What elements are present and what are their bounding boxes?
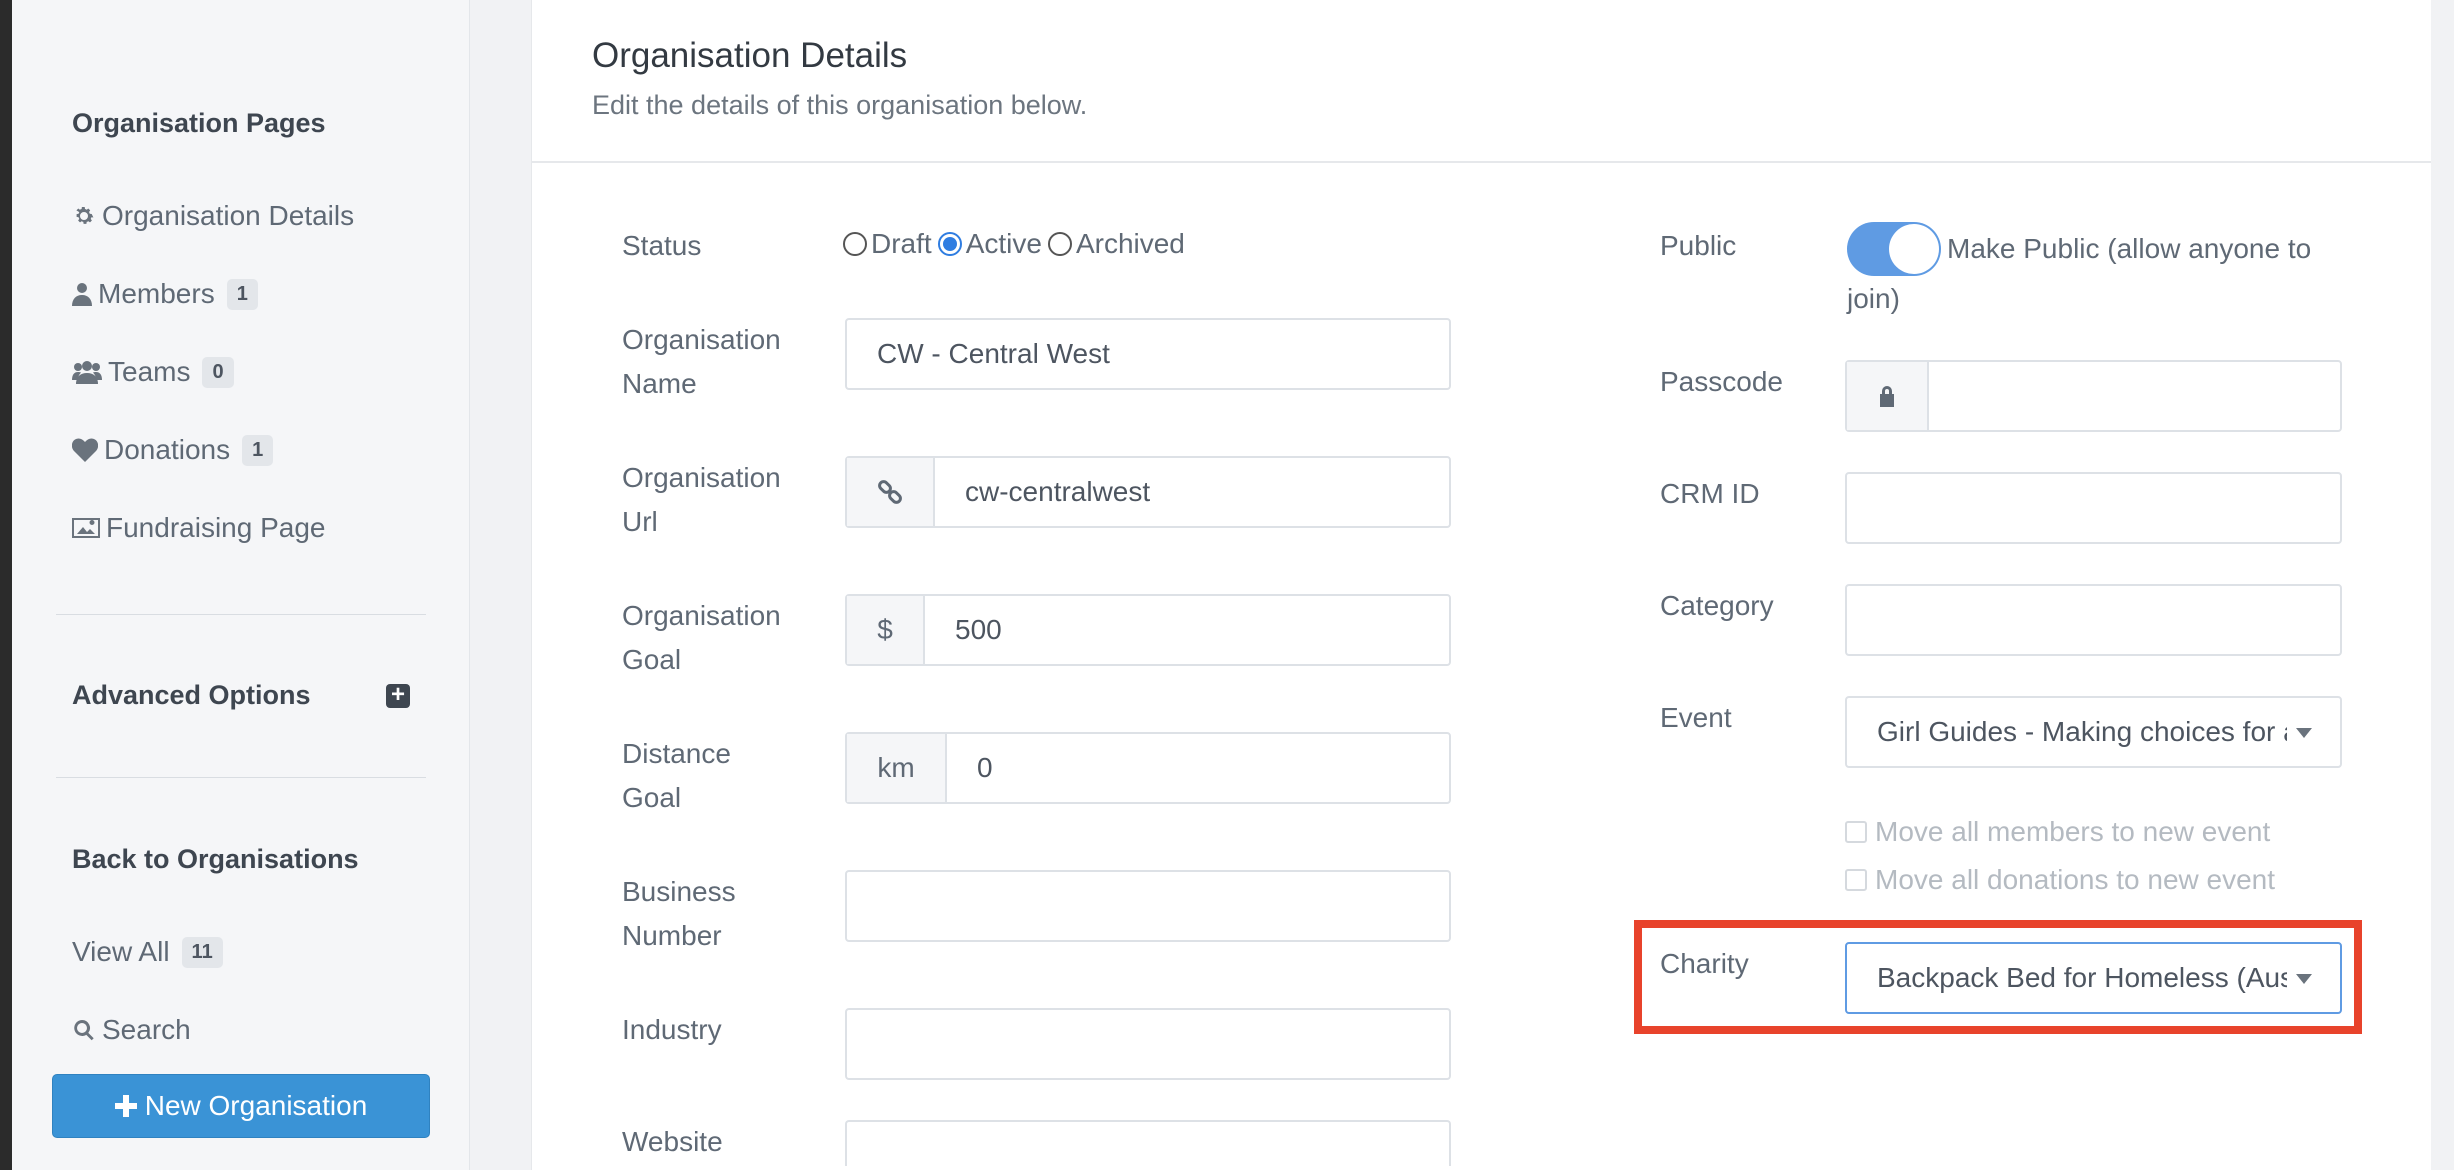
org-url-value: cw-centralwest — [965, 476, 1151, 507]
event-value: Girl Guides - Making choices for a — [1877, 716, 2287, 747]
window-edge — [0, 0, 12, 1170]
donations-count-badge: 1 — [242, 434, 274, 466]
sidebar-item-label: Organisation Details — [102, 200, 355, 231]
sidebar-divider — [56, 777, 426, 778]
category-input[interactable] — [1845, 584, 2342, 656]
move-donations-label: Move all donations to new event — [1875, 864, 2276, 895]
business-number-input[interactable] — [845, 870, 1451, 942]
plus-icon — [114, 1095, 137, 1117]
move-donations-checkbox-row[interactable]: Move all donations to new event — [1845, 864, 2275, 896]
view-all-label: View All — [72, 936, 170, 967]
status-option-label: Archived — [1075, 228, 1185, 259]
crm-id-label: CRM ID — [1660, 478, 1760, 509]
sidebar: Organisation Pages Organisation Details … — [12, 0, 470, 1170]
make-public-toggle[interactable] — [1847, 222, 1941, 276]
org-goal-value: 500 — [955, 614, 1002, 645]
passcode-label: Passcode — [1660, 366, 1783, 397]
website-label: Website — [622, 1126, 723, 1157]
search-link[interactable]: Search — [72, 1014, 191, 1046]
move-donations-checkbox[interactable] — [1845, 869, 1867, 891]
plus-square-icon[interactable]: + — [386, 683, 410, 708]
crm-id-input[interactable] — [1845, 472, 2342, 544]
users-icon — [72, 361, 102, 384]
status-archived-radio[interactable] — [1047, 232, 1072, 256]
teams-count-badge: 0 — [202, 356, 234, 388]
sidebar-item-label: Fundraising Page — [106, 512, 326, 543]
charity-highlight-box — [1634, 920, 2362, 1034]
move-members-checkbox-row[interactable]: Move all members to new event — [1845, 816, 2270, 848]
organisations-count-badge: 11 — [181, 936, 223, 968]
view-all-link[interactable]: View All 11 — [72, 936, 223, 968]
new-organisation-label: New Organisation — [144, 1090, 368, 1121]
sidebar-item-donations[interactable]: Donations 1 — [72, 434, 274, 466]
sidebar-divider — [56, 614, 426, 615]
sidebar-item-label: Members — [98, 278, 215, 309]
industry-label: Industry — [622, 1014, 722, 1045]
distance-goal-label: Distance Goal — [622, 738, 731, 813]
event-label: Event — [1660, 702, 1732, 733]
unit-addon: km — [847, 734, 947, 802]
status-radio-group: Draft Active Archived — [843, 228, 1191, 260]
gear-icon — [76, 207, 94, 224]
link-icon — [847, 458, 935, 526]
page-title: Organisation Details — [592, 36, 908, 75]
move-members-checkbox[interactable] — [1845, 821, 1867, 843]
back-to-organisations-heading: Back to Organisations — [72, 844, 359, 874]
status-draft-radio[interactable] — [843, 232, 867, 256]
page-header: Organisation Details Edit the details of… — [532, 0, 2431, 163]
chevron-down-icon — [2296, 728, 2312, 738]
org-name-value: CW - Central West — [877, 338, 1110, 369]
sidebar-item-label: Teams — [108, 356, 191, 387]
members-count-badge: 1 — [226, 278, 258, 310]
heart-icon — [72, 438, 98, 462]
website-input[interactable] — [845, 1120, 1451, 1166]
distance-goal-input[interactable]: km 0 — [845, 732, 1451, 804]
sidebar-item-fundraising-page[interactable]: Fundraising Page — [72, 512, 325, 544]
org-pages-heading: Organisation Pages — [72, 108, 326, 138]
page-subtitle: Edit the details of this organisation be… — [592, 90, 1088, 120]
business-number-label: Business Number — [622, 876, 736, 951]
lock-icon — [1847, 362, 1929, 430]
org-name-input[interactable]: CW - Central West — [845, 318, 1451, 390]
advanced-options-heading[interactable]: Advanced Options — [72, 680, 311, 711]
search-label: Search — [102, 1014, 191, 1045]
new-organisation-button[interactable]: New Organisation — [52, 1074, 430, 1138]
category-label: Category — [1660, 590, 1774, 621]
event-select[interactable]: Girl Guides - Making choices for a — [1845, 696, 2342, 768]
distance-goal-value: 0 — [977, 752, 993, 783]
status-label: Status — [622, 230, 702, 261]
org-name-label: Organisation Name — [622, 324, 781, 399]
sidebar-item-members[interactable]: Members 1 — [72, 278, 258, 310]
org-goal-label: Organisation Goal — [622, 600, 781, 675]
move-members-label: Move all members to new event — [1875, 816, 2271, 847]
sidebar-item-teams[interactable]: Teams 0 — [72, 356, 234, 388]
passcode-input[interactable] — [1845, 360, 2342, 432]
image-icon — [72, 518, 100, 538]
industry-input[interactable] — [845, 1008, 1451, 1080]
currency-addon: $ — [847, 596, 925, 664]
status-active-radio[interactable] — [937, 232, 962, 256]
sidebar-item-label: Donations — [104, 434, 231, 465]
search-icon — [74, 1020, 94, 1041]
org-url-input[interactable]: cw-centralwest — [845, 456, 1451, 528]
status-option-label: Active — [965, 228, 1042, 259]
org-url-label: Organisation Url — [622, 462, 781, 537]
user-icon — [72, 283, 92, 306]
status-option-label: Draft — [871, 228, 932, 259]
public-label: Public — [1660, 230, 1737, 261]
sidebar-item-organisation-details[interactable]: Organisation Details — [72, 200, 354, 232]
org-goal-input[interactable]: $ 500 — [845, 594, 1451, 666]
